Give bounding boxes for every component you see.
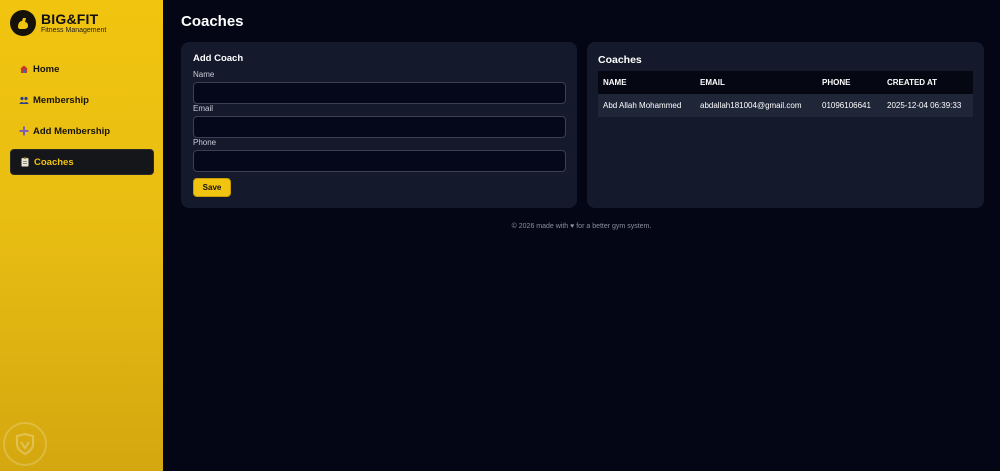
coach-created-at-cell: 2025-12-04 06:39:33 xyxy=(887,101,962,110)
table-row[interactable]: Abd Allah Mohammed abdallah181004@gmail.… xyxy=(598,94,973,117)
sidebar-nav: Home Membership Add Membership Coaches xyxy=(10,56,154,180)
name-field[interactable] xyxy=(193,82,566,104)
brand[interactable]: BIG&FIT Fitness Management xyxy=(10,10,106,36)
sidebar-item-membership[interactable]: Membership xyxy=(10,87,154,113)
sidebar: BIG&FIT Fitness Management Home Membersh… xyxy=(0,0,163,471)
column-header-created-at[interactable]: CREATED AT xyxy=(882,71,973,94)
sidebar-item-label: Home xyxy=(33,63,60,75)
house-icon xyxy=(19,64,29,74)
shield-watermark-icon xyxy=(3,422,47,466)
main-content: Coaches Add Coach Name Email Phone Save … xyxy=(163,0,1000,471)
phone-field[interactable] xyxy=(193,150,566,172)
email-label: Email xyxy=(193,104,214,113)
coaches-table: NAME EMAIL PHONE CREATED AT Abd Allah Mo… xyxy=(598,71,973,117)
add-coach-title: Add Coach xyxy=(193,53,244,64)
name-label: Name xyxy=(193,70,215,79)
flexed-arm-logo-icon xyxy=(10,10,36,36)
brand-title: BIG&FIT xyxy=(41,11,99,27)
sidebar-item-home[interactable]: Home xyxy=(10,56,154,82)
email-field[interactable] xyxy=(193,116,566,138)
phone-label: Phone xyxy=(193,138,217,147)
column-header-email[interactable]: EMAIL xyxy=(695,71,817,94)
brand-subtitle: Fitness Management xyxy=(41,27,107,34)
coaches-table-title: Coaches xyxy=(598,54,642,66)
clipboard-icon xyxy=(20,157,30,167)
add-coach-card: Add Coach Name Email Phone Save xyxy=(181,42,577,208)
sidebar-item-coaches[interactable]: Coaches xyxy=(10,149,154,175)
table-header-row: NAME EMAIL PHONE CREATED AT xyxy=(598,71,973,94)
plus-icon xyxy=(19,126,29,136)
save-button[interactable]: Save xyxy=(193,178,231,197)
coach-email-cell: abdallah181004@gmail.com xyxy=(700,101,802,110)
sidebar-item-label: Membership xyxy=(33,94,89,106)
sidebar-item-add-membership[interactable]: Add Membership xyxy=(10,118,154,144)
members-icon xyxy=(19,95,29,105)
sidebar-item-label: Coaches xyxy=(34,156,74,168)
coach-name-cell: Abd Allah Mohammed xyxy=(603,101,682,110)
column-header-phone[interactable]: PHONE xyxy=(817,71,882,94)
sidebar-item-label: Add Membership xyxy=(33,125,111,137)
column-header-name[interactable]: NAME xyxy=(598,71,695,94)
footer-text: © 2026 made with ♥ for a better gym syst… xyxy=(511,223,652,230)
page-title: Coaches xyxy=(181,13,244,30)
coaches-card: Coaches NAME EMAIL PHONE CREATED AT Abd … xyxy=(587,42,984,208)
coach-phone-cell: 01096106641 xyxy=(822,101,871,110)
